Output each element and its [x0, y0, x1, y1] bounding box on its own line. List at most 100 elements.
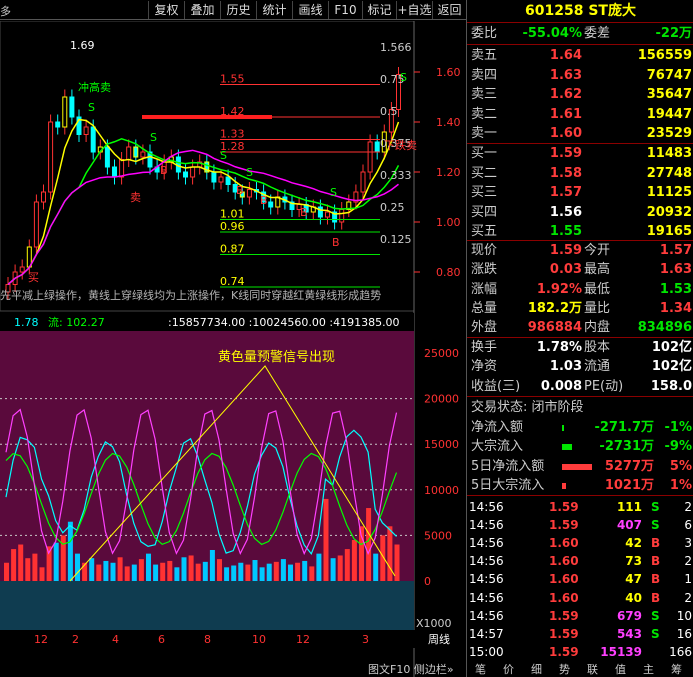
weibi-label: 委比	[471, 26, 498, 41]
bottom-tab-6[interactable]: 主	[643, 663, 654, 677]
tick-time: 14:56	[469, 500, 504, 514]
toolbar-button-7[interactable]: +自选	[396, 1, 432, 19]
fib-right-label: 1.566	[380, 41, 412, 54]
price-tick-label: 0.80	[436, 266, 461, 279]
bottom-tab-5[interactable]: 值	[615, 663, 626, 677]
tick-side: B	[651, 536, 661, 551]
tick-time: 14:57	[469, 626, 504, 641]
vol-tick-label: 5000	[424, 529, 452, 542]
kline-candle	[225, 176, 231, 185]
volume-bar	[124, 566, 130, 581]
volume-bar	[351, 539, 357, 581]
tick-row: 14:56 1.60 40 B 2	[467, 589, 693, 607]
weibi-value: -55.04%	[522, 26, 582, 41]
volume-bar	[4, 562, 9, 581]
tick-time: 14:56	[469, 572, 504, 587]
toolbar-button-0[interactable]: 复权	[148, 1, 184, 19]
volume-bar	[202, 561, 208, 581]
bid-volume: 20932	[646, 204, 692, 220]
flow-pct: 1%	[669, 477, 692, 493]
volume-bar	[11, 549, 17, 581]
signal-label: 买	[28, 271, 39, 284]
ask-volume: 23529	[646, 126, 692, 141]
tick-price: 1.60	[549, 536, 579, 551]
tick-count: 2	[684, 590, 692, 605]
tick-row: 14:56 1.59 407 S 6	[467, 516, 693, 534]
kline-candle	[325, 211, 330, 218]
quote-label: 现价	[471, 243, 498, 258]
indicator-header: 1.78	[14, 316, 39, 329]
volume-bar	[288, 564, 293, 581]
period-weekly[interactable]: 周线	[428, 632, 450, 646]
high-label: 1.69	[70, 39, 95, 52]
toolbar-button-2[interactable]: 历史	[220, 1, 256, 19]
volume-bar	[245, 564, 251, 581]
bottom-tab-2[interactable]: 细	[531, 663, 542, 677]
flow-row: 5日净流入额 5277万 5%	[467, 457, 693, 476]
trade-status-text: 交易状态: 闭市阶段	[471, 400, 584, 415]
kline-chart[interactable]: 1.601.401.201.000.80 1.551.421.331.281.0…	[0, 20, 466, 677]
tick-volume: 40	[625, 590, 642, 605]
toolbar-button-8[interactable]: 返回	[432, 1, 466, 19]
bottom-tab-1[interactable]: 价	[503, 663, 514, 677]
quote-label-2: 内盘	[584, 320, 611, 336]
stats-label: 净资	[471, 359, 498, 375]
ask-row: 卖四 1.63 76747	[467, 66, 693, 85]
kline-candle	[246, 189, 252, 198]
tick-count: 16	[676, 626, 692, 641]
bottom-tab-3[interactable]: 势	[559, 663, 570, 677]
kline-candle	[339, 209, 345, 223]
fib-right-label: 0.25	[380, 201, 405, 214]
toolbar-button-4[interactable]: 画线	[292, 1, 328, 19]
volume-bar	[280, 559, 286, 581]
bottom-tab-7[interactable]: 筹	[671, 663, 682, 677]
kline-candle	[112, 166, 117, 178]
bottom-tab-4[interactable]: 联	[587, 663, 598, 677]
quote-label: 总量	[471, 300, 498, 316]
toolbar-button-6[interactable]: 标记	[362, 1, 396, 19]
bottom-tab-0[interactable]: 笔	[475, 663, 486, 677]
volume-bar	[209, 549, 215, 581]
tick-volume: 543	[616, 626, 642, 641]
tick-volume: 679	[616, 608, 642, 623]
tick-volume: 73	[625, 554, 642, 569]
flow-row: 净流入额 -271.7万 -1%	[467, 418, 693, 437]
tick-count: 6	[684, 518, 692, 533]
quote-value-2: 1.34	[659, 300, 692, 316]
flow-bar	[562, 444, 572, 451]
volume-bar	[330, 558, 336, 581]
bid-volume: 27748	[646, 165, 692, 181]
toolbar-button-5[interactable]: F10	[328, 1, 362, 19]
bid-price: 1.58	[549, 165, 582, 181]
signal-label: S	[88, 101, 95, 114]
toolbar-button-3[interactable]: 统计	[256, 1, 292, 19]
tick-volume: 47	[625, 572, 642, 587]
kline-candle	[374, 141, 380, 153]
tick-side: S	[651, 608, 660, 623]
signal-label: B	[300, 206, 308, 219]
volume-bar	[238, 562, 244, 581]
ask-price: 1.63	[549, 67, 582, 83]
vol-tick-label: 25000	[424, 347, 459, 360]
chart-area[interactable]: 1.60 1.40 1.20 1.00 0.80 1.55 1.42 1.33 1.28 1.0…	[0, 20, 466, 677]
ask-volume: 35647	[646, 87, 692, 102]
tick-count: 10	[676, 608, 692, 623]
volume-bar	[252, 560, 258, 581]
ask-label: 卖一	[471, 126, 498, 141]
bottom-links[interactable]: 图文F10 侧边栏»	[368, 662, 454, 676]
stats-value-2: 158.0	[650, 378, 692, 394]
flow-pct: -9%	[664, 439, 692, 455]
kline-candle	[211, 171, 217, 183]
tick-count: 166	[669, 644, 692, 659]
kline-candle	[104, 146, 110, 168]
tick-volume: 111	[616, 500, 642, 514]
quote-value-2: 834896	[637, 320, 692, 336]
flow-value: -271.7万	[594, 420, 654, 435]
indicator-title: 黄色量预警信号出现	[218, 349, 335, 365]
fib-right-label: 0.125	[380, 233, 412, 246]
volume-bar	[96, 564, 102, 581]
stats-row: 净资 1.03 流通 102亿	[467, 357, 693, 376]
volume-bar	[195, 563, 201, 581]
toolbar-button-1[interactable]: 叠加	[184, 1, 220, 19]
bid-price: 1.57	[549, 185, 582, 200]
